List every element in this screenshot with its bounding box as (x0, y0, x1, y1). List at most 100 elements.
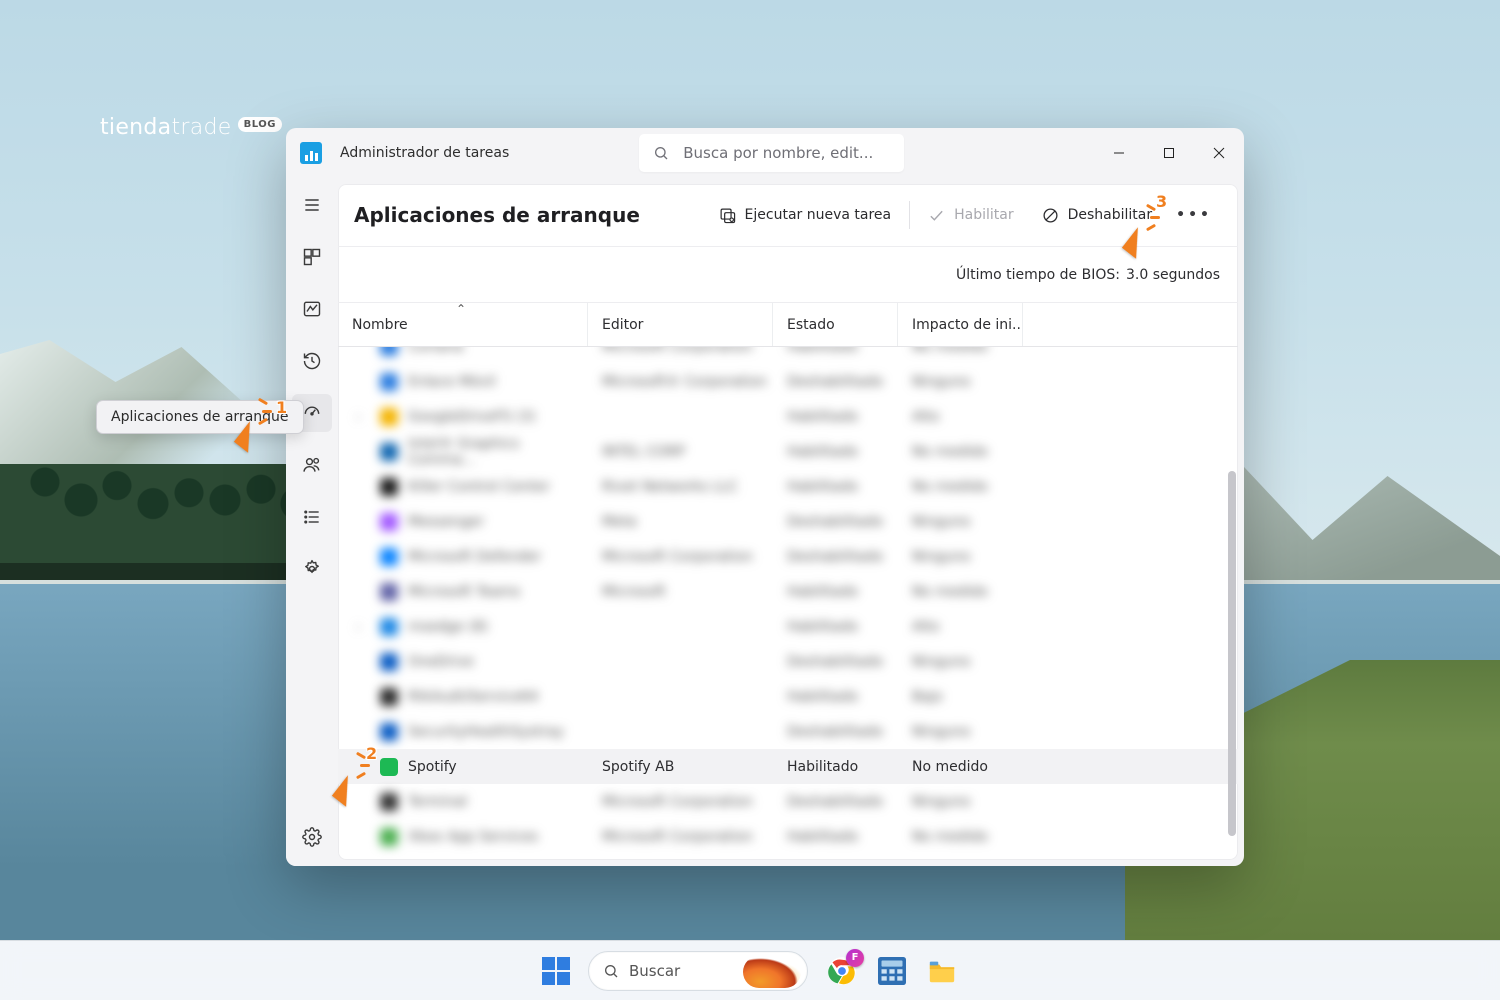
task-manager-window: Administrador de tareas Busca por nombre… (286, 128, 1244, 866)
app-icon (380, 758, 398, 776)
table-row[interactable]: Microsoft Defender Microsoft CorporationD… (338, 539, 1238, 574)
app-state: Deshabilitado (773, 724, 898, 740)
sidebar-item-users[interactable] (292, 446, 332, 484)
app-name: Intel® Graphics Comma... (408, 436, 588, 468)
app-impact: Ninguno (898, 549, 1023, 565)
col-impact[interactable]: Impacto de ini... (898, 303, 1023, 346)
table-row[interactable]: CortanaMicrosoft CorporationHabilitadoNo… (338, 347, 1238, 364)
app-editor: Microsoft Corporation (588, 794, 773, 810)
chrome-profile-badge: F (846, 949, 864, 967)
sidebar-item-history[interactable] (292, 342, 332, 380)
app-name: Xbox App Services (408, 829, 538, 845)
table-row[interactable]: TerminalMicrosoft CorporationDeshabilita… (338, 784, 1238, 819)
app-name: Microsoft Teams (408, 584, 520, 600)
more-button[interactable]: ••• (1166, 195, 1222, 235)
app-impact: Ninguno (898, 724, 1023, 740)
sidebar-item-details[interactable] (292, 498, 332, 536)
app-icon (380, 793, 398, 811)
col-state[interactable]: Estado (773, 303, 898, 346)
start-button[interactable] (542, 957, 570, 985)
app-state: Deshabilitado (773, 374, 898, 390)
table-row[interactable]: SecurityHealthSystrayDeshabilitadoNingun… (338, 714, 1238, 749)
taskbar-app-chrome[interactable]: F (826, 955, 858, 987)
sidebar-item-processes[interactable] (292, 238, 332, 276)
app-state: Habilitado (773, 689, 898, 705)
app-state: Habilitado (773, 479, 898, 495)
window-title: Administrador de tareas (340, 145, 509, 161)
expand-icon[interactable]: › (356, 410, 361, 424)
minimize-button[interactable] (1094, 130, 1144, 176)
app-state: Deshabilitado (773, 514, 898, 530)
app-impact: Bajo (898, 689, 1023, 705)
app-icon (300, 142, 322, 164)
titlebar[interactable]: Administrador de tareas Busca por nombre… (286, 128, 1244, 178)
sidebar (286, 178, 338, 866)
enable-button: Habilitar (914, 195, 1028, 235)
sidebar-item-services[interactable] (292, 550, 332, 588)
app-state: Deshabilitado (773, 549, 898, 565)
sidebar-tooltip: Aplicaciones de arranque (96, 400, 304, 434)
run-new-task-button[interactable]: Ejecutar nueva tarea (705, 195, 906, 235)
sidebar-settings[interactable] (292, 818, 332, 856)
app-editor: Meta (588, 514, 773, 530)
app-editor: Spotify AB (588, 759, 773, 775)
table-row[interactable]: Intel® Graphics Comma...INTEL CORPHabili… (338, 434, 1238, 469)
app-name: Messenger (408, 514, 484, 530)
app-name: Microsoft Defender (408, 549, 541, 565)
scrollbar[interactable] (1228, 351, 1236, 856)
column-headers[interactable]: ⌃ Nombre Editor Estado Impacto de ini... (338, 303, 1238, 347)
sidebar-hamburger[interactable] (292, 186, 332, 224)
app-editor: Rivet Networks LLC (588, 479, 773, 495)
app-impact: Ninguno (898, 374, 1023, 390)
table-row[interactable]: OneDrive DeshabilitadoNinguno (338, 644, 1238, 679)
search-input[interactable]: Busca por nombre, edit... (639, 134, 904, 172)
app-impact: No medido (898, 479, 1023, 495)
app-state: Habilitado (773, 347, 898, 355)
taskbar-app-explorer[interactable] (926, 955, 958, 987)
taskbar-app-calculator[interactable] (876, 955, 908, 987)
app-state: Deshabilitado (773, 654, 898, 670)
sidebar-item-performance[interactable] (292, 290, 332, 328)
table-row[interactable]: Microsoft TeamsMicrosoftHabilitadoNo med… (338, 574, 1238, 609)
app-name: OneDrive (408, 654, 474, 670)
app-impact: No medido (898, 829, 1023, 845)
table-row[interactable]: MessengerMetaDeshabilitadoNinguno (338, 504, 1238, 539)
app-impact: Ninguno (898, 654, 1023, 670)
app-state: Habilitado (773, 829, 898, 845)
run-task-icon (719, 207, 736, 224)
table-row[interactable]: SpotifySpotify ABHabilitadoNo medido (338, 749, 1238, 784)
app-name: Killer Control Center (408, 479, 550, 495)
app-icon (380, 688, 398, 706)
table-row[interactable]: Killer Control Center Rivet Networks LLCH… (338, 469, 1238, 504)
app-impact: Ninguno (898, 794, 1023, 810)
table-row[interactable]: ›msedge (8)HabilitadoAlto (338, 609, 1238, 644)
app-impact: No medido (898, 759, 1023, 775)
close-button[interactable] (1194, 130, 1244, 176)
expand-icon[interactable]: › (356, 620, 361, 634)
brand-badge: BLOG (238, 117, 282, 132)
scrollbar-thumb[interactable] (1228, 471, 1236, 836)
app-editor: Microsoft Corporation (588, 549, 773, 565)
col-name[interactable]: ⌃ Nombre (338, 303, 588, 346)
app-state: Habilitado (773, 584, 898, 600)
disable-button[interactable]: Deshabilitar (1028, 195, 1167, 235)
table-row[interactable]: ›GoogleDriveFS (3)HabilitadoAlto (338, 399, 1238, 434)
app-impact: No medido (898, 347, 1023, 355)
maximize-button[interactable] (1144, 130, 1194, 176)
startup-apps-list[interactable]: CortanaMicrosoft CorporationHabilitadoNo… (338, 347, 1238, 860)
table-row[interactable]: RtkAudUService64HabilitadoBajo (338, 679, 1238, 714)
app-impact: Alto (898, 619, 1023, 635)
taskbar-search[interactable]: Buscar (588, 951, 808, 991)
table-row[interactable]: Xbox App ServicesMicrosoft CorporationHa… (338, 819, 1238, 854)
app-icon (380, 618, 398, 636)
app-state: Habilitado (773, 409, 898, 425)
taskbar[interactable]: Buscar F (0, 940, 1500, 1000)
col-editor[interactable]: Editor (588, 303, 773, 346)
app-icon (380, 583, 398, 601)
app-icon (380, 653, 398, 671)
table-row[interactable]: Enlace MóvilMicrosoft® CorporationDeshab… (338, 364, 1238, 399)
toolbar: Aplicaciones de arranque Ejecutar nueva … (338, 184, 1238, 247)
app-state: Deshabilitado (773, 794, 898, 810)
app-icon (380, 478, 398, 496)
app-name: Cortana (408, 347, 464, 355)
